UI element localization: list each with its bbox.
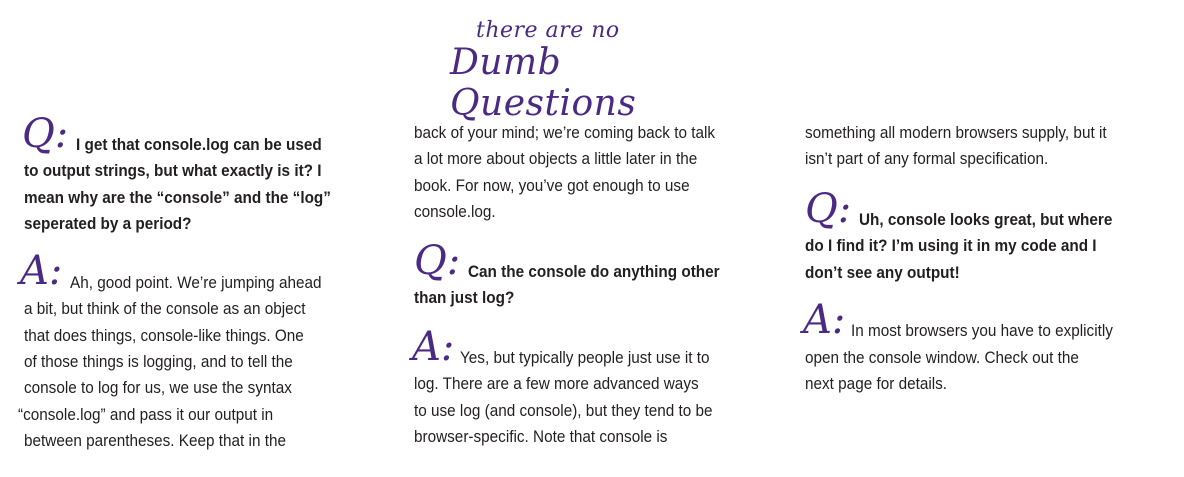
a1-line-1: Ah, good point. We’re jumping ahead <box>70 273 322 292</box>
a1-cont-line-2: a lot more about objects a little later … <box>414 149 698 168</box>
a2-line-1: Yes, but typically people just use it to <box>460 348 710 367</box>
q1-line-1: I get that console.log can be used <box>76 135 322 154</box>
q3-line-3: don’t see any output! <box>805 263 960 282</box>
q3-line-1: Uh, console looks great, but where <box>859 210 1113 229</box>
a3-line-2: open the console window. Check out the <box>805 348 1079 367</box>
a1-line-6: “console.log” and pass it our output in <box>18 405 274 424</box>
q2-line-2: than just log? <box>414 288 515 307</box>
a1-line-5: console to log for us, we use the syntax <box>24 378 292 397</box>
a1-line-2: a bit, but think of the console as an ob… <box>24 299 306 318</box>
question-mark-q1: Q: <box>22 111 69 157</box>
q3-line-2: do I find it? I’m using it in my code an… <box>805 236 1097 255</box>
a1-line-7: between parentheses. Keep that in the <box>24 431 286 450</box>
q1-line-2: to output strings, but what exactly is i… <box>24 161 322 180</box>
a1-cont-line-4: console.log. <box>414 202 496 221</box>
a2-cont-line-2: isn’t part of any formal specification. <box>805 149 1049 168</box>
answer-mark-a2: A: <box>412 324 455 370</box>
q1-line-4: seperated by a period? <box>24 214 192 233</box>
answer-mark-a3: A: <box>803 297 846 343</box>
q2-line-1: Can the console do anything other <box>468 262 720 281</box>
a2-line-4: browser-specific. Note that console is <box>414 427 668 446</box>
a2-line-3: to use log (and console), but they tend … <box>414 401 713 420</box>
header-subtitle: there are no <box>476 18 620 43</box>
a1-cont-line-3: book. For now, you’ve got enough to use <box>414 176 690 195</box>
a3-line-3: next page for details. <box>805 374 948 393</box>
a1-cont-line-1: back of your mind; we’re coming back to … <box>414 123 716 142</box>
a1-line-4: of those things is logging, and to tell … <box>24 352 293 371</box>
q1-line-3: mean why are the “console” and the “log” <box>24 188 331 207</box>
a1-line-3: that does things, console-like things. O… <box>24 326 304 345</box>
dumb-questions-header: there are no Dumb Questions <box>440 16 750 124</box>
a2-cont-line-1: something all modern browsers supply, bu… <box>805 123 1107 142</box>
question-mark-q3: Q: <box>805 186 852 232</box>
question-mark-q2: Q: <box>414 238 461 284</box>
answer-mark-a1: A: <box>20 248 63 294</box>
a3-line-1: In most browsers you have to explicitly <box>851 321 1113 340</box>
header-title: Dumb Questions <box>450 42 637 124</box>
a2-line-2: log. There are a few more advanced ways <box>414 374 699 393</box>
